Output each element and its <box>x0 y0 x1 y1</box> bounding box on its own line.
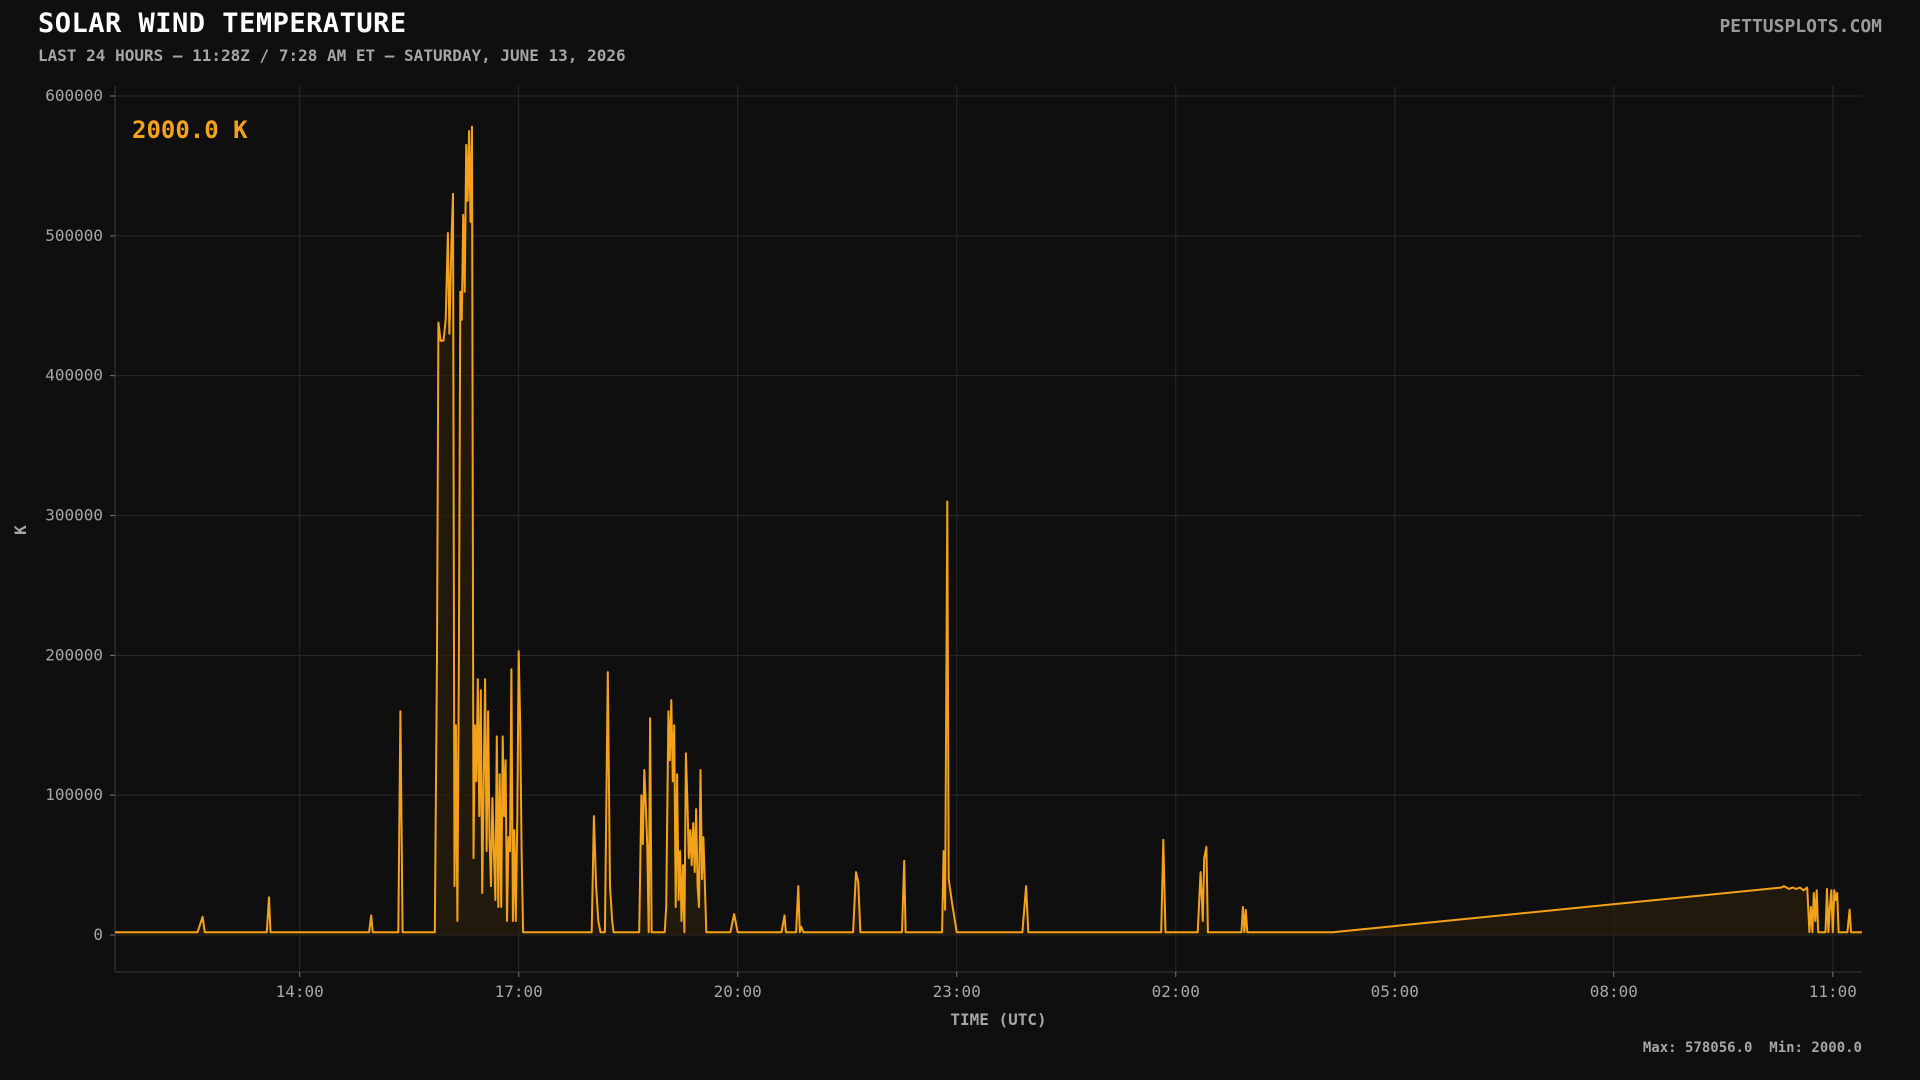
y-tick-label: 0 <box>93 925 103 944</box>
x-tick-label: 05:00 <box>1371 982 1419 1001</box>
line-chart: 0 100000 200000 300000 400000 500000 600000 14:… <box>11 86 1862 1029</box>
chart-page: SOLAR WIND TEMPERATURE LAST 24 HOURS — 1… <box>0 0 1920 1080</box>
min-max-stats: Max: 578056.0 Min: 2000.0 <box>1642 1040 1862 1056</box>
x-tick-label: 23:00 <box>933 982 981 1001</box>
x-tick-label: 14:00 <box>276 982 324 1001</box>
y-tick-label: 400000 <box>45 366 103 385</box>
x-tick-label: 02:00 <box>1152 982 1200 1001</box>
y-tick-label: 500000 <box>45 226 103 245</box>
x-axis-label: TIME (UTC) <box>950 1010 1046 1029</box>
series-area <box>115 126 1862 935</box>
current-value-label: 2000.0 K <box>132 116 248 144</box>
y-tick-label: 100000 <box>45 785 103 804</box>
x-tick-label: 17:00 <box>495 982 543 1001</box>
y-tick-label: 600000 <box>45 86 103 105</box>
y-tick-label: 300000 <box>45 506 103 525</box>
y-axis-label: K <box>11 525 30 535</box>
x-tick-label: 20:00 <box>714 982 762 1001</box>
y-tick-label: 200000 <box>45 645 103 664</box>
x-tick-label: 08:00 <box>1590 982 1638 1001</box>
x-tick-label: 11:00 <box>1809 982 1857 1001</box>
series-line <box>115 125 1862 934</box>
